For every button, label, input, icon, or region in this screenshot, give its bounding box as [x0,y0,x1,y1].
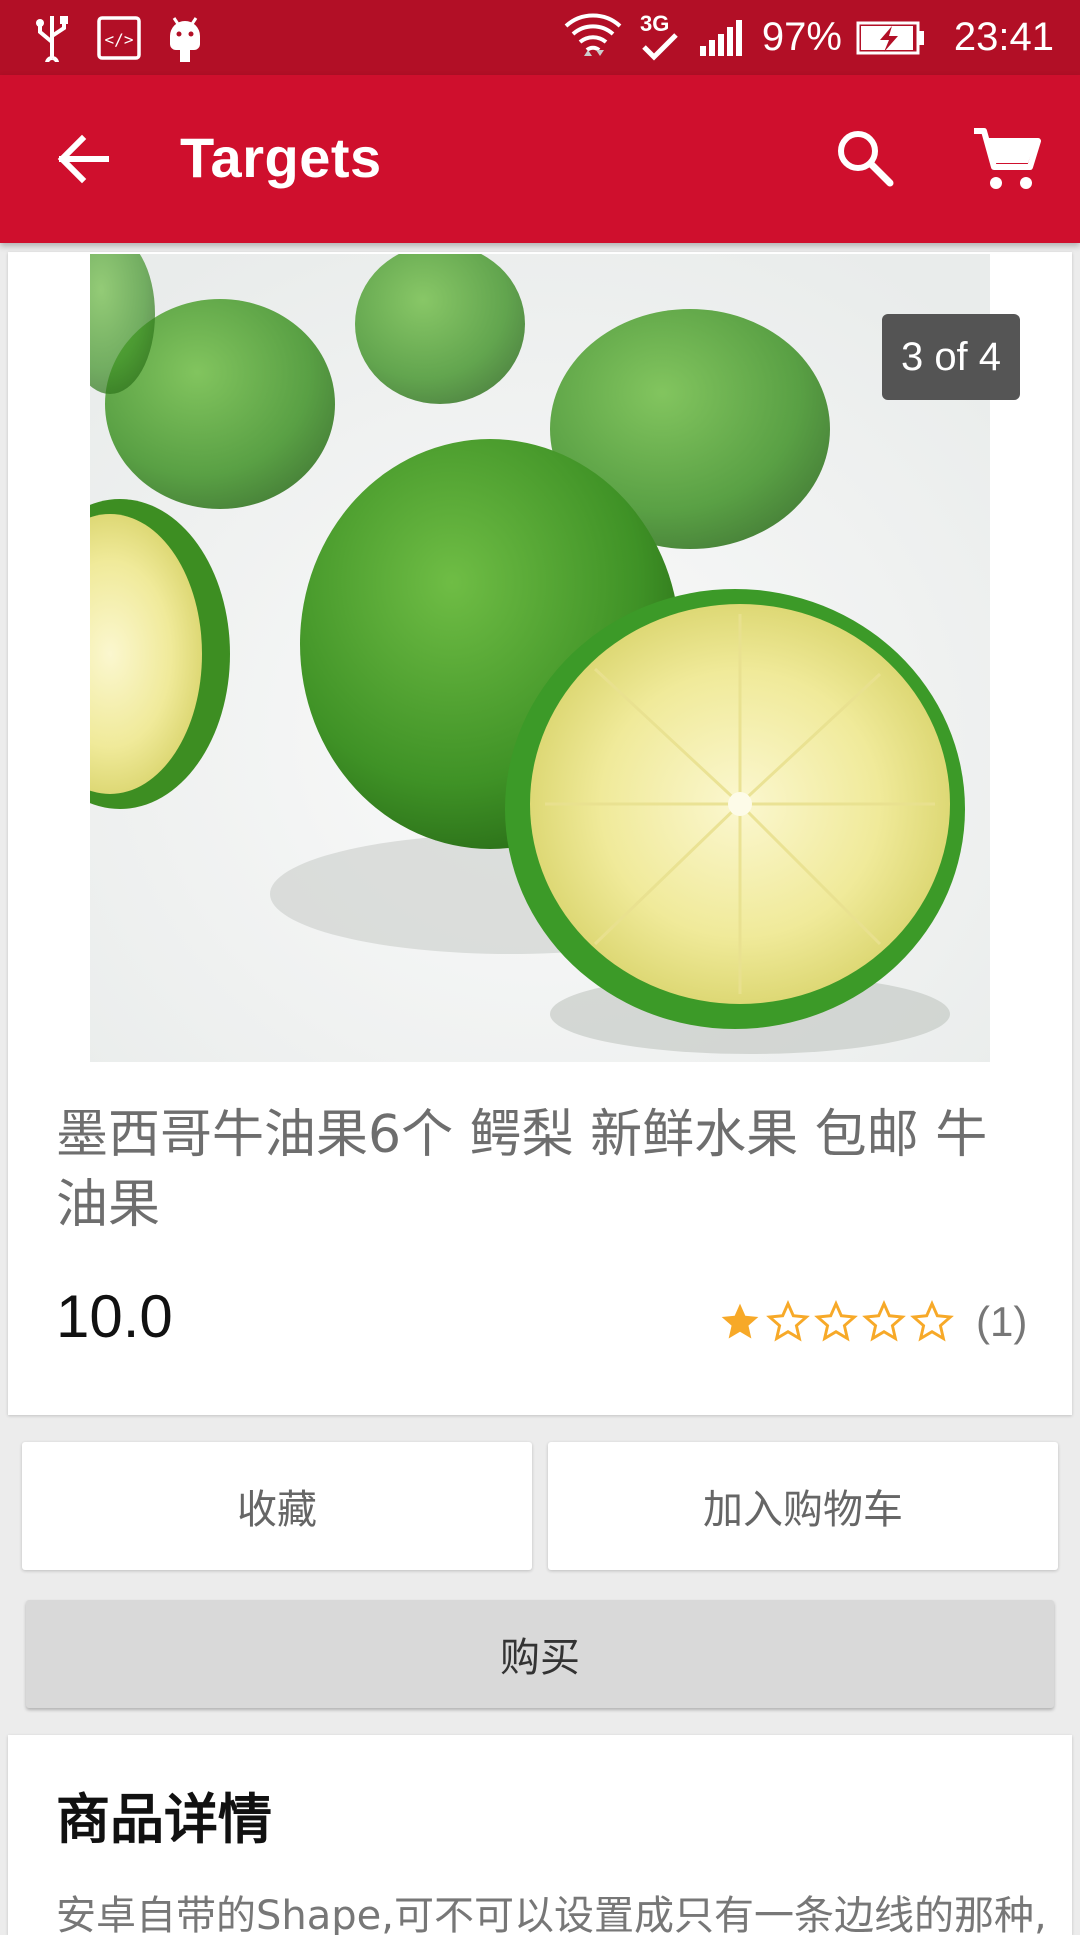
dev-code-icon: </> [96,15,142,61]
buy-button[interactable]: 购买 [26,1600,1054,1708]
product-title: 墨西哥牛油果6个 鳄梨 新鲜水果 包邮 牛油果 [56,1105,988,1235]
details-text: 安卓自带的Shape,可不可以设置成只有一条边线的那种, [56,1893,1047,1935]
cart-icon[interactable] [970,123,1042,195]
image-counter: 3 of 4 [882,314,1020,400]
product-price: 10.0 [56,1283,173,1350]
rating: (1) [718,1294,1027,1350]
star-empty-icon [814,1300,858,1342]
star-empty-icon [910,1300,954,1342]
usb-icon [30,14,74,62]
app-bar: Targets [0,75,1080,243]
wifi-icon [562,10,624,66]
battery-charging-icon [856,20,926,56]
signal-icon [698,18,748,58]
clock: 23:41 [953,15,1054,59]
3g-icon: 3G [638,9,684,67]
star-empty-icon [862,1300,906,1342]
details-card: 商品详情 安卓自带的Shape,可不可以设置成只有一条边线的那种, [8,1735,1072,1935]
product-card: 3 of 4 墨西哥牛油果6个 鳄梨 新鲜水果 包邮 牛油果 10.0 (1) [8,252,1072,1415]
details-heading: 商品详情 [56,1788,272,1851]
network-type: 3G [640,11,669,36]
status-bar: </> 3G 97% 23:41 [0,0,1080,75]
star-filled-icon [721,1303,759,1339]
battery-percent: 97% [761,15,842,59]
page-title: Targets [180,126,382,189]
search-icon[interactable] [832,125,898,191]
star-empty-icon [766,1300,810,1342]
rating-count: (1) [976,1298,1028,1345]
add-to-cart-button[interactable]: 加入购物车 [548,1442,1058,1570]
android-icon [164,12,206,64]
product-image[interactable] [90,254,990,1062]
favorite-button[interactable]: 收藏 [22,1442,532,1570]
back-arrow-icon[interactable] [52,127,116,191]
svg-text:</>: </> [105,30,134,49]
